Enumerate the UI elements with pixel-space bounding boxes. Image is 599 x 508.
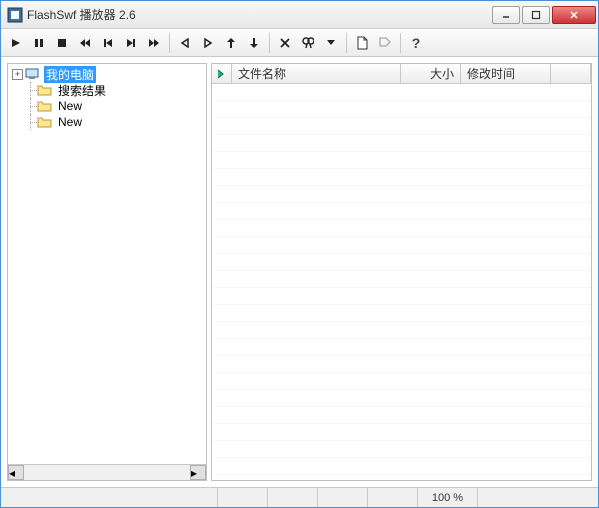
folder-tree[interactable]: + 我的电脑 搜索结果 New New: [8, 64, 206, 464]
pause-button[interactable]: [28, 32, 50, 54]
header-name[interactable]: 文件名称: [232, 64, 401, 83]
help-button[interactable]: ?: [405, 32, 427, 54]
scroll-right-icon[interactable]: ▸: [190, 465, 206, 480]
tree-item[interactable]: New: [8, 114, 206, 130]
prev-frame-button[interactable]: [97, 32, 119, 54]
status-cell: [478, 488, 598, 507]
tag-button[interactable]: [374, 32, 396, 54]
header-date[interactable]: 修改时间: [461, 64, 551, 83]
fast-forward-button[interactable]: [143, 32, 165, 54]
folder-icon: [37, 100, 53, 112]
status-cell: [1, 488, 218, 507]
close-button[interactable]: [552, 6, 596, 24]
table-body[interactable]: [212, 84, 591, 480]
nav-forward-button[interactable]: [197, 32, 219, 54]
tree-item-label: 搜索结果: [56, 82, 108, 99]
tree-item-label: New: [56, 99, 84, 113]
content-area: + 我的电脑 搜索结果 New New: [1, 57, 598, 487]
new-file-button[interactable]: [351, 32, 373, 54]
tree-root-label: 我的电脑: [44, 66, 96, 83]
window-title: FlashSwf 播放器 2.6: [27, 6, 492, 23]
tree-item-label: New: [56, 115, 84, 129]
table-header: 文件名称 大小 修改时间: [212, 64, 591, 84]
dropdown-button[interactable]: [320, 32, 342, 54]
app-icon: [7, 7, 23, 23]
status-cell: [318, 488, 368, 507]
status-cell: [218, 488, 268, 507]
nav-back-button[interactable]: [174, 32, 196, 54]
search-button[interactable]: [297, 32, 319, 54]
tree-item[interactable]: 搜索结果: [8, 82, 206, 98]
delete-button[interactable]: [274, 32, 296, 54]
stop-button[interactable]: [51, 32, 73, 54]
tree-root-row[interactable]: + 我的电脑: [8, 66, 206, 82]
statusbar: 100 %: [1, 487, 598, 507]
play-button[interactable]: [5, 32, 27, 54]
expand-icon[interactable]: +: [12, 69, 23, 80]
folder-icon: [37, 116, 53, 128]
main-window: FlashSwf 播放器 2.6 ? +: [0, 0, 599, 508]
tree-scrollbar[interactable]: ◂ ▸: [8, 464, 206, 480]
header-size[interactable]: 大小: [401, 64, 461, 83]
header-icon-col[interactable]: [212, 64, 232, 83]
tree-item[interactable]: New: [8, 98, 206, 114]
status-cell: [368, 488, 418, 507]
nav-up-button[interactable]: [220, 32, 242, 54]
status-cell: [268, 488, 318, 507]
nav-down-button[interactable]: [243, 32, 265, 54]
header-empty[interactable]: [551, 64, 591, 83]
scroll-left-icon[interactable]: ◂: [8, 465, 24, 480]
rewind-button[interactable]: [74, 32, 96, 54]
toolbar: ?: [1, 29, 598, 57]
window-controls: [492, 6, 596, 24]
folder-icon: [37, 84, 53, 96]
maximize-button[interactable]: [522, 6, 550, 24]
minimize-button[interactable]: [492, 6, 520, 24]
titlebar: FlashSwf 播放器 2.6: [1, 1, 598, 29]
tree-pane: + 我的电脑 搜索结果 New New: [7, 63, 207, 481]
computer-icon: [25, 68, 41, 80]
status-zoom: 100 %: [418, 488, 478, 507]
next-frame-button[interactable]: [120, 32, 142, 54]
file-pane: 文件名称 大小 修改时间: [211, 63, 592, 481]
